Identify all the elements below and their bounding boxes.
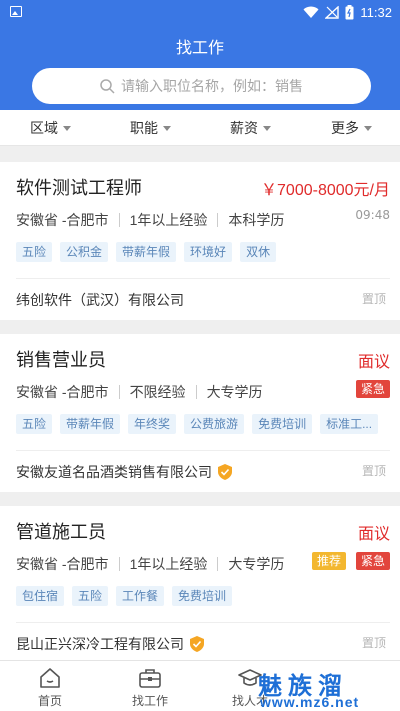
job-education: 本科学历 (228, 212, 285, 228)
status-time: 11:32 (360, 4, 392, 20)
job-tags: 五险 公积金 带薪年假 环境好 双休 (16, 242, 277, 262)
job-education: 大专学历 (228, 556, 285, 572)
job-tag: 公费旅游 (184, 414, 245, 434)
filter-bar: 区域 职能 薪资 更多 (0, 110, 400, 146)
post-time: 09:48 (355, 208, 390, 222)
caret-down-icon (63, 125, 71, 131)
filter-label: 区域 (30, 120, 58, 136)
caret-down-icon (163, 125, 171, 131)
job-tag: 标准工... (320, 414, 379, 434)
tab-label: 找工作 (131, 694, 168, 708)
caret-down-icon (263, 125, 271, 131)
divider (16, 622, 390, 623)
job-salary: 面议 (357, 526, 390, 543)
divider (16, 278, 390, 279)
job-experience: 1年以上经验 (129, 212, 208, 228)
job-tag: 年终奖 (128, 414, 177, 434)
caret-down-icon (364, 125, 372, 131)
divider (16, 450, 390, 451)
job-badges: 紧急 (355, 380, 390, 398)
job-experience: 1年以上经验 (129, 556, 208, 572)
watermark-logo: 魅族溜 www.mz6.net (258, 666, 396, 710)
recommend-badge: 推荐 (311, 552, 346, 570)
company-label: 安徽友道名品酒类销售有限公司 (16, 464, 212, 480)
filter-label: 更多 (331, 120, 359, 136)
job-title: 管道施工员 (16, 522, 106, 542)
job-tag: 工作餐 (116, 586, 165, 606)
job-location: 安徽省 -合肥市 (16, 556, 109, 572)
company-label: 昆山正兴深冷工程有限公司 (16, 636, 184, 652)
urgent-badge: 紧急 (355, 380, 390, 398)
job-salary: ￥7000-8000元/月 (261, 182, 390, 199)
tab-home[interactable]: 首页 (0, 661, 100, 711)
app-header: 找工作 请输入职位名称，例如：销售 (0, 24, 400, 110)
job-experience: 不限经验 (129, 384, 186, 400)
job-card[interactable]: 软件测试工程师 ￥7000-8000元/月 安徽省 -合肥市 1年以上经验 本科… (0, 162, 400, 320)
watermark-url: www.mz6.net (260, 694, 360, 710)
company-label: 纬创软件（武汉）有限公司 (16, 292, 184, 308)
job-tag: 带薪年假 (116, 242, 177, 262)
job-tag: 环境好 (184, 242, 233, 262)
urgent-badge: 紧急 (355, 552, 390, 570)
filter-function[interactable]: 职能 (130, 110, 171, 146)
tab-label: 首页 (37, 694, 62, 708)
image-notification-icon (10, 6, 22, 17)
verified-shield-icon (218, 464, 232, 480)
briefcase-icon (139, 669, 161, 688)
job-tag: 双休 (240, 242, 277, 262)
job-education: 大专学历 (206, 384, 263, 400)
company-name[interactable]: 安徽友道名品酒类销售有限公司 (16, 462, 232, 482)
home-icon (40, 668, 60, 688)
job-meta: 安徽省 -合肥市 1年以上经验 本科学历 (16, 210, 284, 230)
job-meta: 安徽省 -合肥市 1年以上经验 大专学历 (16, 554, 284, 574)
job-tag: 带薪年假 (60, 414, 121, 434)
verified-shield-icon (190, 636, 204, 652)
job-badges: 推荐 紧急 (311, 552, 390, 570)
pinned-label: 置顶 (361, 292, 386, 306)
wifi-icon (303, 6, 319, 18)
status-bar: 11:32 (0, 0, 400, 24)
job-tag: 公积金 (60, 242, 109, 262)
search-placeholder: 请输入职位名称，例如：销售 (121, 78, 303, 94)
job-tags: 五险 带薪年假 年终奖 公费旅游 免费培训 标准工... (16, 414, 379, 434)
job-tag: 免费培训 (172, 586, 233, 606)
job-location: 安徽省 -合肥市 (16, 212, 109, 228)
job-location: 安徽省 -合肥市 (16, 384, 109, 400)
search-icon (100, 78, 115, 94)
job-tags: 包住宿 五险 工作餐 免费培训 (16, 586, 233, 606)
filter-label: 薪资 (230, 120, 258, 136)
search-input[interactable]: 请输入职位名称，例如：销售 (32, 68, 371, 104)
filter-label: 职能 (130, 120, 158, 136)
job-tag: 免费培训 (252, 414, 313, 434)
job-card[interactable]: 管道施工员 面议 安徽省 -合肥市 1年以上经验 大专学历 推荐 紧急 包住宿 … (0, 506, 400, 660)
filter-more[interactable]: 更多 (331, 110, 372, 146)
job-tag: 包住宿 (16, 586, 65, 606)
page-title: 找工作 (175, 40, 224, 57)
filter-salary[interactable]: 薪资 (230, 110, 271, 146)
job-salary: 面议 (357, 354, 390, 371)
filter-region[interactable]: 区域 (30, 110, 71, 146)
signal-icon (325, 5, 340, 19)
job-meta: 安徽省 -合肥市 不限经验 大专学历 (16, 382, 263, 402)
job-card[interactable]: 销售营业员 面议 安徽省 -合肥市 不限经验 大专学历 紧急 五险 带薪年假 年… (0, 334, 400, 492)
job-tag: 五险 (16, 414, 53, 434)
pinned-label: 置顶 (361, 636, 386, 650)
pinned-label: 置顶 (361, 464, 386, 478)
job-tag: 五险 (16, 242, 53, 262)
company-name[interactable]: 昆山正兴深冷工程有限公司 (16, 634, 204, 654)
job-tag: 五险 (72, 586, 109, 606)
job-title: 软件测试工程师 (16, 178, 142, 198)
company-name[interactable]: 纬创软件（武汉）有限公司 (16, 290, 184, 310)
tab-find-job[interactable]: 找工作 (100, 661, 200, 711)
battery-icon (345, 4, 354, 19)
job-title: 销售营业员 (16, 350, 106, 370)
